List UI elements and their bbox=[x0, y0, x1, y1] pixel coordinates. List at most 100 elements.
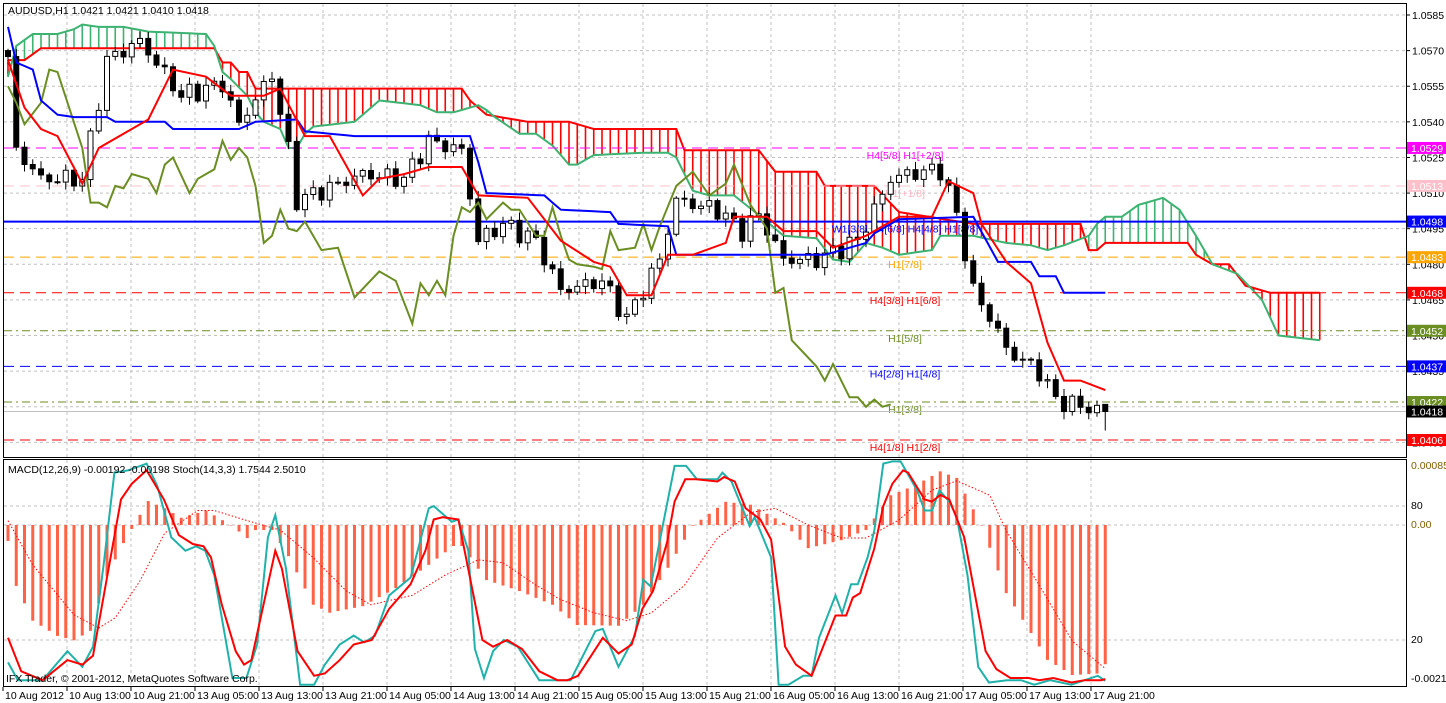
candle-bear[interactable] bbox=[491, 227, 498, 238]
candle-bear[interactable] bbox=[368, 169, 374, 180]
candle-bear[interactable] bbox=[277, 78, 284, 115]
candle-bear[interactable] bbox=[681, 197, 688, 200]
candle-bull[interactable] bbox=[450, 144, 457, 153]
candle-bull[interactable] bbox=[879, 193, 886, 205]
candle-bear[interactable] bbox=[739, 218, 746, 242]
candle-bull[interactable] bbox=[112, 50, 119, 57]
candle-bull[interactable] bbox=[582, 279, 589, 287]
candle-bull[interactable] bbox=[574, 285, 581, 293]
candle-bull[interactable] bbox=[260, 80, 267, 101]
candle-bear[interactable] bbox=[912, 169, 919, 180]
candle-bull[interactable] bbox=[904, 169, 911, 176]
candle-bear[interactable] bbox=[516, 219, 523, 244]
candle-bear[interactable] bbox=[293, 140, 300, 211]
candle-bull[interactable] bbox=[244, 114, 251, 123]
candle-bear[interactable] bbox=[1028, 358, 1034, 361]
candle-bull[interactable] bbox=[409, 158, 416, 178]
candle-bull[interactable] bbox=[1094, 404, 1100, 414]
candle-bull[interactable] bbox=[401, 176, 407, 187]
candle-bull[interactable] bbox=[871, 203, 878, 233]
candle-bull[interactable] bbox=[483, 227, 490, 243]
candle-bear[interactable] bbox=[1102, 403, 1109, 413]
candle-bear[interactable] bbox=[541, 236, 548, 266]
candle-bull[interactable] bbox=[1069, 395, 1076, 413]
candle-bear[interactable] bbox=[153, 54, 160, 66]
candle-bear[interactable] bbox=[1036, 359, 1043, 382]
candle-bear[interactable] bbox=[995, 320, 1001, 329]
candle-bear[interactable] bbox=[417, 158, 424, 165]
candle-bear[interactable] bbox=[285, 113, 292, 142]
candle-bull[interactable] bbox=[269, 78, 275, 82]
candle-bear[interactable] bbox=[318, 187, 325, 201]
candle-bear[interactable] bbox=[953, 184, 960, 213]
candle-bull[interactable] bbox=[640, 297, 647, 301]
candle-bear[interactable] bbox=[1077, 395, 1084, 408]
candle-bear[interactable] bbox=[566, 288, 572, 293]
candle-bear[interactable] bbox=[161, 64, 168, 68]
metatrader-chart[interactable]: H4[5/8] H1[+2/8]H1[+1/8]W1[3/8] H4[6/8] … bbox=[0, 0, 1446, 703]
candle-bear[interactable] bbox=[772, 234, 779, 242]
candle-bull[interactable] bbox=[623, 313, 630, 317]
candle-bear[interactable] bbox=[689, 198, 696, 210]
candle-bull[interactable] bbox=[524, 230, 531, 244]
candle-bear[interactable] bbox=[442, 140, 449, 153]
candle-bear[interactable] bbox=[549, 264, 556, 270]
candle-bear[interactable] bbox=[5, 50, 11, 58]
candle-bear[interactable] bbox=[392, 168, 399, 187]
candle-bull[interactable] bbox=[929, 163, 935, 171]
candle-bear[interactable] bbox=[120, 50, 127, 58]
candle-bull[interactable] bbox=[326, 181, 333, 201]
candle-bull[interactable] bbox=[706, 200, 713, 207]
candle-bear[interactable] bbox=[970, 260, 977, 284]
candle-bull[interactable] bbox=[425, 134, 432, 165]
candle-bear[interactable] bbox=[29, 163, 36, 170]
price-pane[interactable]: H4[5/8] H1[+2/8]H1[+1/8]W1[3/8] H4[6/8] … bbox=[4, 23, 1406, 454]
candle-bear[interactable] bbox=[46, 174, 53, 183]
candle-bull[interactable] bbox=[673, 197, 680, 235]
candle-bear[interactable] bbox=[937, 163, 944, 181]
candle-bull[interactable] bbox=[95, 109, 102, 132]
candle-bear[interactable] bbox=[986, 304, 993, 322]
candle-bear[interactable] bbox=[788, 257, 795, 264]
candle-bull[interactable] bbox=[62, 169, 69, 183]
candle-bear[interactable] bbox=[343, 181, 350, 186]
candle-bear[interactable] bbox=[557, 268, 564, 290]
candle-bull[interactable] bbox=[500, 222, 506, 238]
candle-bull[interactable] bbox=[335, 181, 341, 184]
candle-bull[interactable] bbox=[896, 174, 902, 183]
candle-bull[interactable] bbox=[186, 83, 193, 98]
candle-bear[interactable] bbox=[978, 282, 985, 306]
candle-bear[interactable] bbox=[178, 90, 185, 98]
candle-bear[interactable] bbox=[615, 285, 622, 317]
candle-bull[interactable] bbox=[1019, 358, 1026, 361]
candle-bull[interactable] bbox=[128, 42, 135, 58]
candle-bear[interactable] bbox=[590, 279, 597, 290]
candle-bull[interactable] bbox=[599, 280, 605, 290]
candle-bull[interactable] bbox=[87, 130, 94, 181]
candle-bear[interactable] bbox=[21, 146, 28, 165]
candle-bear[interactable] bbox=[838, 245, 845, 260]
candle-bear[interactable] bbox=[714, 200, 721, 220]
candle-bull[interactable] bbox=[698, 205, 704, 210]
candle-bull[interactable] bbox=[920, 169, 927, 180]
candle-bull[interactable] bbox=[508, 219, 515, 224]
candle-bear[interactable] bbox=[1061, 395, 1067, 413]
candle-bear[interactable] bbox=[38, 168, 44, 176]
candle-bull[interactable] bbox=[104, 55, 110, 111]
candle-bull[interactable] bbox=[747, 215, 754, 242]
candle-bear[interactable] bbox=[1003, 327, 1010, 348]
candle-bull[interactable] bbox=[252, 99, 259, 116]
candle-bull[interactable] bbox=[1044, 379, 1051, 382]
candle-bear[interactable] bbox=[194, 83, 201, 102]
candle-bear[interactable] bbox=[607, 280, 614, 287]
candle-bull[interactable] bbox=[310, 187, 317, 195]
candle-bear[interactable] bbox=[962, 211, 968, 262]
candle-bull[interactable] bbox=[887, 181, 894, 195]
candle-bear[interactable] bbox=[467, 147, 473, 200]
candle-bear[interactable] bbox=[1052, 379, 1059, 397]
candle-bull[interactable] bbox=[203, 84, 209, 102]
candle-bear[interactable] bbox=[1011, 346, 1018, 361]
candle-bear[interactable] bbox=[54, 181, 61, 184]
candle-bull[interactable] bbox=[359, 169, 366, 177]
candle-bear[interactable] bbox=[145, 37, 152, 56]
